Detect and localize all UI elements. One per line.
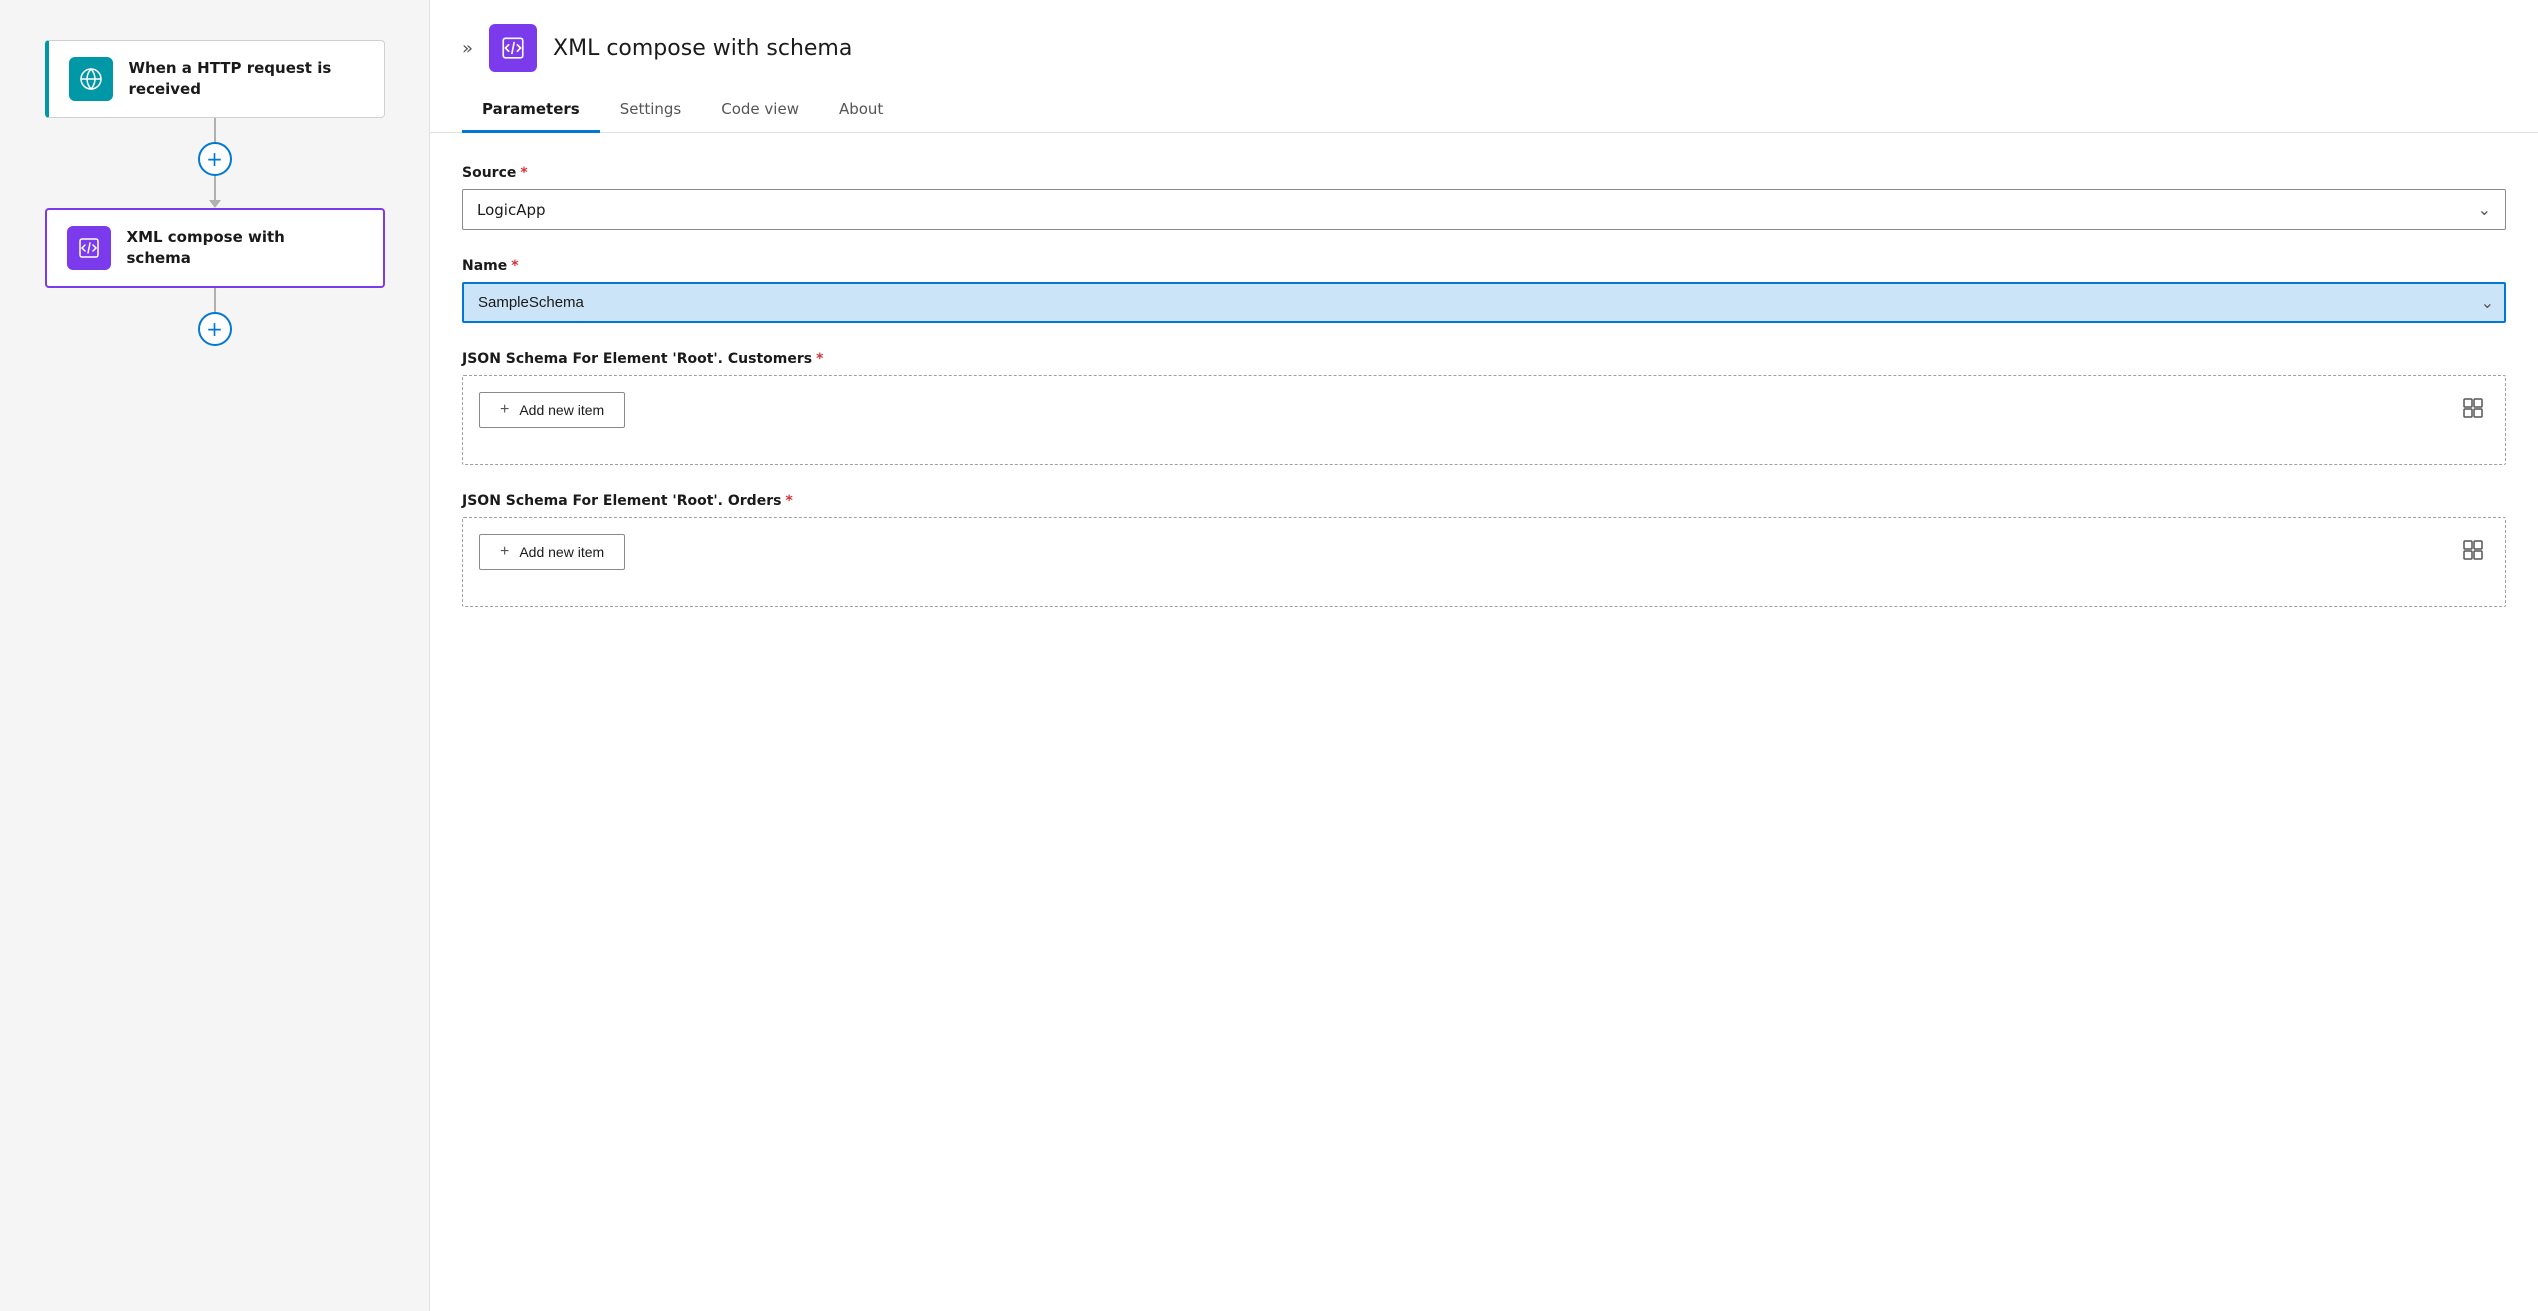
source-label: Source * [462, 165, 2506, 181]
orders-schema-tool-icon[interactable] [2457, 534, 2489, 566]
tabs-bar: Parameters Settings Code view About [430, 88, 2538, 133]
source-field-group: Source * LogicApp ⌄ [462, 165, 2506, 230]
json-schema-customers-section: JSON Schema For Element 'Root'. Customer… [462, 351, 2506, 465]
add-customers-item-button[interactable]: + Add new item [479, 392, 625, 428]
tab-parameters[interactable]: Parameters [462, 88, 600, 133]
orders-required: * [785, 493, 792, 509]
trigger-node[interactable]: When a HTTP request is received [45, 40, 385, 118]
name-field-wrapper: ⌄ [462, 282, 2506, 323]
add-customers-plus-icon: + [500, 401, 509, 419]
trigger-node-label: When a HTTP request is received [129, 58, 364, 100]
name-label: Name * [462, 258, 2506, 274]
breadcrumb-icon: » [462, 38, 473, 59]
connector-line-1 [214, 118, 216, 142]
panel-action-icon [489, 24, 537, 72]
xml-action-icon [67, 226, 111, 270]
add-orders-label: Add new item [519, 544, 604, 560]
name-input[interactable] [462, 282, 2506, 323]
add-customers-label: Add new item [519, 402, 604, 418]
flow-canvas: When a HTTP request is received + XML co… [0, 0, 430, 1311]
tab-about[interactable]: About [819, 88, 903, 133]
source-select[interactable]: LogicApp ⌄ [462, 189, 2506, 230]
customers-required: * [816, 351, 823, 367]
customers-schema-tool-icon[interactable] [2457, 392, 2489, 424]
add-step-button-1[interactable]: + [198, 142, 232, 176]
connector-1: + [198, 118, 232, 208]
json-schema-customers-label: JSON Schema For Element 'Root'. Customer… [462, 351, 2506, 367]
properties-panel: » XML compose with schema Parameters Set… [430, 0, 2538, 1311]
action-node[interactable]: XML compose withschema [45, 208, 385, 288]
source-chevron-icon: ⌄ [2478, 200, 2491, 219]
panel-header: » XML compose with schema [430, 0, 2538, 88]
http-trigger-icon [69, 57, 113, 101]
json-schema-orders-section: JSON Schema For Element 'Root'. Orders *… [462, 493, 2506, 607]
tab-settings[interactable]: Settings [600, 88, 702, 133]
add-orders-item-button[interactable]: + Add new item [479, 534, 625, 570]
source-value: LogicApp [477, 201, 2478, 219]
action-node-label: XML compose withschema [127, 227, 285, 269]
add-step-button-2[interactable]: + [198, 312, 232, 346]
connector-2: + [198, 288, 232, 346]
add-orders-plus-icon: + [500, 543, 509, 561]
json-schema-orders-container: + Add new item [462, 517, 2506, 607]
name-field-group: Name * ⌄ [462, 258, 2506, 323]
json-schema-orders-label: JSON Schema For Element 'Root'. Orders * [462, 493, 2506, 509]
connector-line-3 [214, 288, 216, 312]
connector-arrow-1 [209, 200, 221, 208]
name-required: * [511, 258, 518, 274]
source-required: * [520, 165, 527, 181]
panel-title: XML compose with schema [553, 36, 852, 61]
panel-content: Source * LogicApp ⌄ Name * ⌄ JSON Schema… [430, 133, 2538, 639]
json-schema-customers-container: + Add new item [462, 375, 2506, 465]
tab-code-view[interactable]: Code view [701, 88, 819, 133]
connector-line-2 [214, 176, 216, 200]
